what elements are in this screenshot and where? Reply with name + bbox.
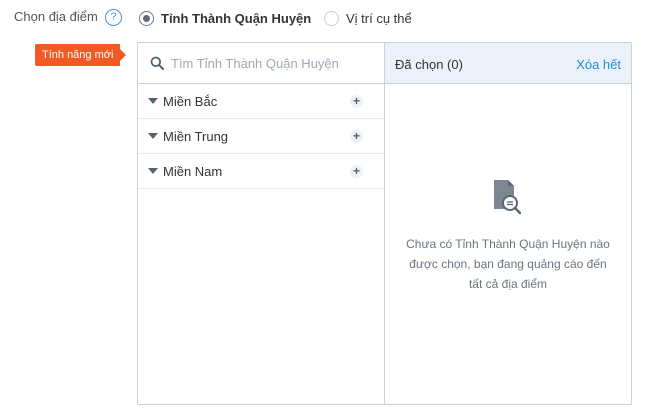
help-icon[interactable]: ? — [105, 9, 122, 26]
radio-specific-location[interactable]: Vị trí cụ thể — [324, 9, 412, 27]
location-picker-panel: Miền Bắc + Miền Trung + Miền Nam + Đã ch… — [137, 42, 632, 405]
caret-down-icon[interactable] — [148, 133, 158, 139]
plus-icon[interactable]: + — [350, 165, 363, 178]
location-label: Chọn địa điểm — [14, 9, 98, 24]
radio-label: Vị trí cụ thể — [346, 10, 412, 26]
region-item-mien-nam[interactable]: Miền Nam + — [138, 154, 384, 189]
region-item-mien-trung[interactable]: Miền Trung + — [138, 119, 384, 154]
radio-province-district[interactable]: Tỉnh Thành Quận Huyện — [139, 9, 311, 27]
selected-count: Đã chọn (0) — [395, 57, 463, 72]
search-icon — [150, 56, 164, 70]
clear-all-link[interactable]: Xóa hết — [576, 57, 621, 72]
selected-pane: Đã chọn (0) Xóa hết Chưa có Tỉnh Thành Q… — [385, 43, 631, 404]
region-list-pane: Miền Bắc + Miền Trung + Miền Nam + — [138, 43, 385, 404]
region-label: Miền Trung — [163, 129, 229, 144]
caret-down-icon[interactable] — [148, 168, 158, 174]
radio-circle-checked-icon[interactable] — [139, 10, 154, 26]
radio-label: Tỉnh Thành Quận Huyện — [161, 10, 312, 26]
radio-circle-icon[interactable] — [324, 10, 339, 26]
plus-icon[interactable]: + — [350, 130, 363, 143]
plus-icon[interactable]: + — [350, 95, 363, 108]
caret-down-icon[interactable] — [148, 98, 158, 104]
search-box — [138, 43, 384, 84]
search-input[interactable] — [171, 51, 376, 75]
location-selector-row: Chọn địa điểm ? Tỉnh Thành Quận Huyện Vị… — [0, 0, 646, 34]
selected-header: Đã chọn (0) Xóa hết — [385, 43, 631, 84]
region-label: Miền Nam — [163, 164, 223, 179]
new-feature-badge: Tính năng mới — [35, 44, 127, 66]
document-search-icon — [494, 180, 521, 215]
region-item-mien-bac[interactable]: Miền Bắc + — [138, 84, 384, 119]
region-label: Miền Bắc — [163, 94, 218, 109]
empty-state-message: Chưa có Tỉnh Thành Quận Huyện nào được c… — [406, 237, 610, 291]
